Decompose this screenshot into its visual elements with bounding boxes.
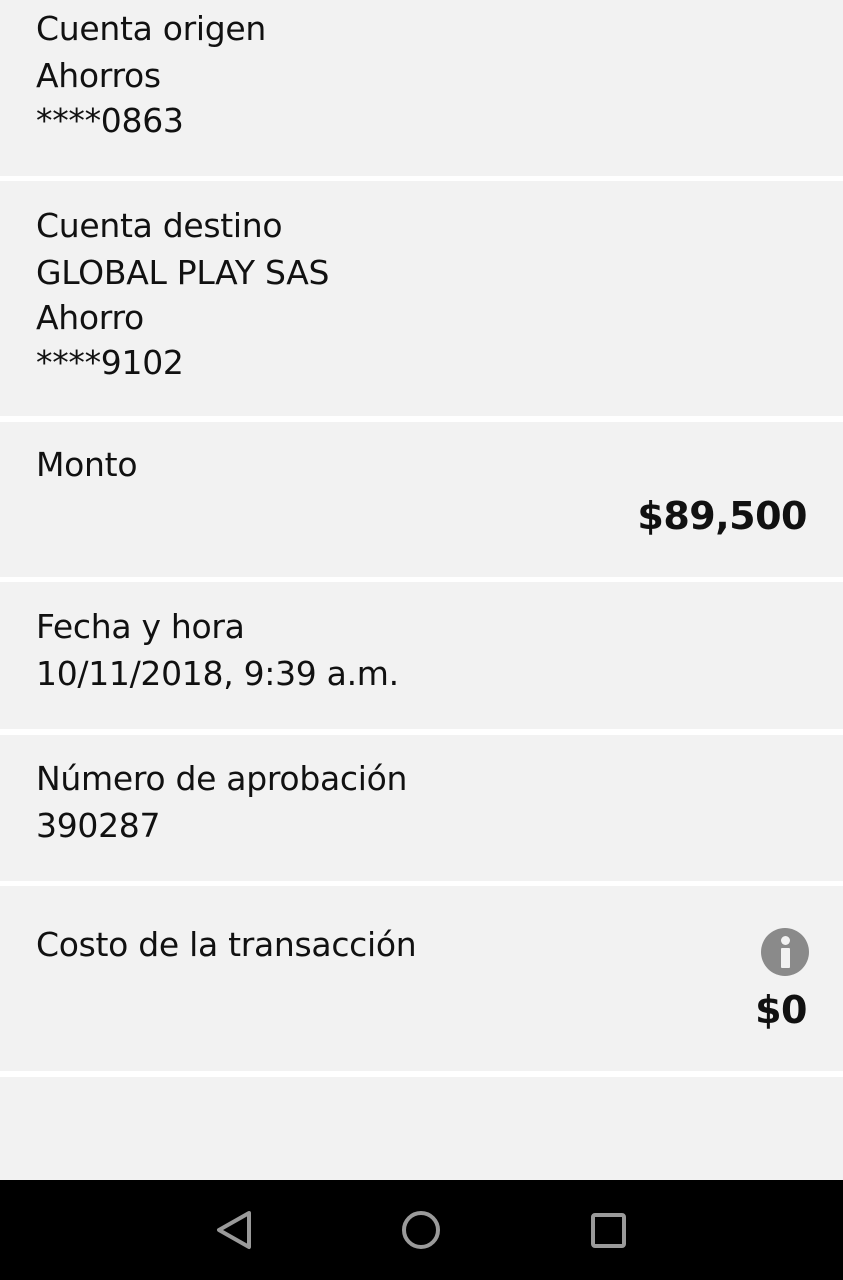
info-icon[interactable]: [761, 928, 809, 976]
bottom-empty-area: [0, 1077, 843, 1180]
destination-account-section: Cuenta destino GLOBAL PLAY SAS Ahorro **…: [0, 181, 843, 416]
approval-section: Número de aprobación 390287: [0, 735, 843, 881]
info-icon-dot: [781, 936, 790, 945]
origin-account-section: Cuenta origen Ahorros ****0863: [0, 0, 843, 176]
home-circle-icon[interactable]: [396, 1205, 446, 1255]
transaction-summary: Cuenta origen Ahorros ****0863 Cuenta de…: [0, 0, 843, 1180]
destination-account-label: Cuenta destino: [36, 206, 283, 245]
origin-account-number: ****0863: [36, 101, 184, 140]
datetime-value: 10/11/2018, 9:39 a.m.: [36, 654, 399, 693]
destination-account-type: Ahorro: [36, 298, 144, 337]
datetime-section: Fecha y hora 10/11/2018, 9:39 a.m.: [0, 582, 843, 729]
cost-section: Costo de la transacción $0: [0, 886, 843, 1071]
destination-account-number: ****9102: [36, 343, 184, 382]
amount-label: Monto: [36, 445, 138, 484]
amount-section: Monto $89,500: [0, 422, 843, 577]
destination-account-name: GLOBAL PLAY SAS: [36, 253, 330, 292]
origin-account-type: Ahorros: [36, 56, 161, 95]
system-navigation-bar: [0, 1180, 843, 1280]
info-icon-stem: [781, 948, 790, 968]
cost-value: $0: [755, 988, 807, 1032]
back-triangle-icon[interactable]: [209, 1205, 259, 1255]
amount-value: $89,500: [637, 494, 807, 538]
cost-label: Costo de la transacción: [36, 925, 417, 964]
approval-value: 390287: [36, 806, 161, 845]
datetime-label: Fecha y hora: [36, 607, 245, 646]
recents-square-icon[interactable]: [583, 1205, 633, 1255]
origin-account-label: Cuenta origen: [36, 9, 267, 48]
approval-label: Número de aprobación: [36, 759, 408, 798]
